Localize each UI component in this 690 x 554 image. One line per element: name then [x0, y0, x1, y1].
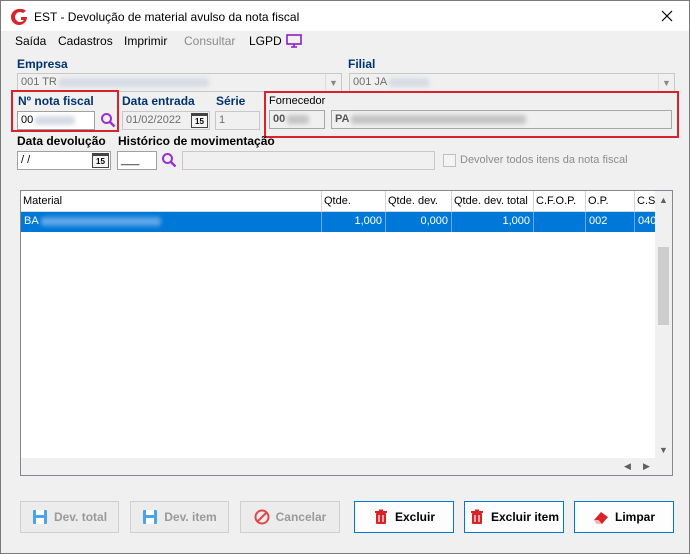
- scroll-left-icon[interactable]: ◀: [624, 461, 631, 472]
- cell-material: BA: [21, 212, 322, 232]
- devolver-todos-label: Devolver todos itens da nota fiscal: [460, 154, 628, 166]
- excluir-item-button[interactable]: Excluir item: [464, 501, 564, 533]
- data-entrada-value: 01/02/2022: [126, 114, 182, 126]
- save-icon: [143, 510, 158, 524]
- close-button[interactable]: [651, 4, 683, 28]
- filial-label: Filial: [348, 57, 376, 71]
- serie-input[interactable]: 1: [215, 111, 260, 130]
- cancelar-label: Cancelar: [275, 510, 327, 524]
- window-title: EST - Devolução de material avulso da no…: [34, 10, 300, 24]
- calendar-day: 15: [195, 117, 204, 126]
- dev-item-button[interactable]: Dev. item: [130, 501, 229, 533]
- eraser-icon: [593, 512, 608, 524]
- dev-total-label: Dev. total: [53, 510, 108, 524]
- excluir-label: Excluir: [394, 510, 436, 524]
- fornecedor-label: Fornecedor: [269, 95, 326, 107]
- trash-icon: [470, 509, 483, 524]
- dev-item-label: Dev. item: [164, 510, 217, 524]
- cell-cfop: [534, 212, 586, 232]
- search-icon[interactable]: [100, 112, 116, 128]
- historico-label: Histórico de movimentação: [118, 134, 275, 148]
- cell-qtde-dev-total: 1,000: [452, 212, 534, 232]
- col-qtde-dev[interactable]: Qtde. dev.: [386, 191, 452, 212]
- nota-fiscal-label: Nº nota fiscal: [18, 94, 94, 108]
- empresa-value: 001 TR: [21, 76, 57, 88]
- calendar-icon[interactable]: 15: [92, 153, 109, 168]
- close-icon: [661, 10, 673, 22]
- title-bar: EST - Devolução de material avulso da no…: [1, 1, 689, 31]
- col-material[interactable]: Material: [21, 191, 322, 212]
- scroll-down-icon[interactable]: ▼: [659, 445, 668, 455]
- excluir-item-label: Excluir item: [490, 510, 560, 524]
- table-row[interactable]: BA 1,000 0,000 1,000 002 040: [21, 212, 657, 232]
- redacted-text: [35, 115, 76, 125]
- serie-value: 1: [219, 114, 226, 126]
- excluir-button[interactable]: Excluir: [354, 501, 454, 533]
- col-op[interactable]: O.P.: [586, 191, 635, 212]
- chevron-down-icon[interactable]: ▼: [325, 74, 341, 91]
- data-devolucao-label: Data devolução: [17, 134, 106, 148]
- menu-lgpd[interactable]: LGPD: [249, 34, 282, 48]
- scroll-thumb[interactable]: [658, 247, 669, 325]
- horizontal-scrollbar[interactable]: ◀ ▶: [21, 458, 672, 475]
- nota-fiscal-input[interactable]: 00: [17, 111, 95, 130]
- col-qtde-dev-total[interactable]: Qtde. dev. total: [452, 191, 534, 212]
- cell-op: 002: [586, 212, 635, 232]
- calendar-day: 15: [96, 157, 105, 166]
- fornecedor-code: 00: [269, 110, 325, 129]
- data-entrada-label: Data entrada: [122, 94, 195, 108]
- historico-description: [182, 151, 435, 170]
- menu-cadastros[interactable]: Cadastros: [58, 34, 113, 48]
- menu-bar: Saída Cadastros Imprimir Consultar LGPD: [1, 31, 689, 51]
- menu-saida[interactable]: Saída: [15, 34, 46, 48]
- redacted-text: [389, 77, 430, 87]
- trash-icon: [374, 509, 387, 524]
- limpar-button[interactable]: Limpar: [574, 501, 674, 533]
- scroll-right-icon[interactable]: ▶: [643, 461, 650, 472]
- devolver-todos-checkbox[interactable]: [443, 154, 456, 167]
- limpar-label: Limpar: [614, 510, 655, 524]
- cell-cs: 040: [638, 215, 657, 227]
- grid-header: Material Qtde. Qtde. dev. Qtde. dev. tot…: [21, 191, 657, 212]
- dialog-window: EST - Devolução de material avulso da no…: [0, 0, 690, 554]
- cell-qtde-dev: 0,000: [386, 212, 452, 232]
- redacted-text: [351, 114, 527, 124]
- serie-label: Série: [216, 94, 246, 108]
- material-value: BA: [24, 215, 39, 227]
- data-devolucao-value: / /: [21, 154, 31, 166]
- fornecedor-code-value: 00: [273, 113, 286, 125]
- scroll-up-icon[interactable]: ▲: [659, 195, 668, 205]
- monitor-icon[interactable]: [286, 34, 302, 48]
- calendar-icon[interactable]: 15: [191, 113, 208, 128]
- historico-code-value: ___: [121, 154, 140, 166]
- menu-consultar: Consultar: [184, 34, 236, 48]
- app-logo-icon: [11, 8, 27, 25]
- search-icon[interactable]: [161, 152, 177, 168]
- filial-combo[interactable]: 001 JA ▼: [349, 73, 675, 92]
- filial-value: 001 JA: [353, 76, 388, 88]
- cancelar-button[interactable]: Cancelar: [240, 501, 340, 533]
- vertical-scrollbar[interactable]: ▲ ▼: [655, 191, 672, 458]
- dev-total-button[interactable]: Dev. total: [20, 501, 119, 533]
- items-grid[interactable]: Material Qtde. Qtde. dev. Qtde. dev. tot…: [20, 190, 673, 476]
- redacted-text: [40, 216, 161, 226]
- cancel-icon: [254, 509, 270, 525]
- nota-fiscal-value: 00: [21, 114, 34, 126]
- save-icon: [32, 510, 47, 524]
- fornecedor-name-value: PA: [335, 113, 350, 125]
- col-qtde[interactable]: Qtde.: [322, 191, 386, 212]
- chevron-down-icon[interactable]: ▼: [658, 74, 674, 91]
- menu-imprimir[interactable]: Imprimir: [124, 34, 167, 48]
- redacted-text: [287, 114, 310, 124]
- redacted-text: [58, 77, 209, 87]
- fornecedor-name: PA: [331, 110, 672, 129]
- col-cfop[interactable]: C.F.O.P.: [534, 191, 586, 212]
- historico-code-input[interactable]: ___: [117, 151, 157, 170]
- cell-qtde: 1,000: [322, 212, 386, 232]
- empresa-label: Empresa: [17, 57, 68, 71]
- col-cs[interactable]: C.S: [635, 191, 657, 212]
